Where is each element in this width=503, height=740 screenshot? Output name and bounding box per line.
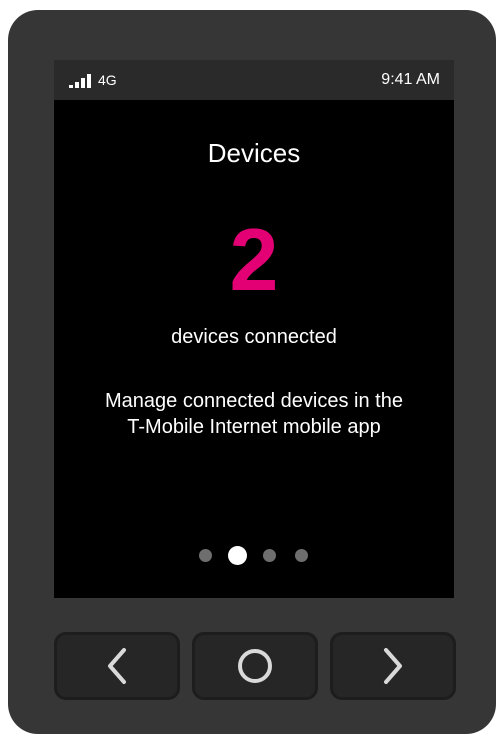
page-dot: [199, 549, 212, 562]
back-button[interactable]: [54, 632, 180, 700]
page-dot: [263, 549, 276, 562]
circle-home-icon: [238, 649, 272, 683]
chevron-right-icon: [384, 648, 402, 684]
page-indicator: [196, 544, 316, 565]
clock: 9:41 AM: [381, 71, 440, 88]
device-count: 2: [229, 210, 279, 309]
page-title: Devices: [207, 138, 301, 168]
chevron-left-icon: [108, 648, 126, 684]
home-button[interactable]: [192, 632, 318, 700]
signal-bars-icon: [69, 73, 95, 88]
page-dot-active: [228, 546, 247, 565]
description-text: Manage connected devices in the T-Mobile…: [105, 390, 403, 438]
device-count-label: devices connected: [171, 326, 337, 348]
network-type: 4G: [98, 72, 117, 88]
forward-button[interactable]: [330, 632, 456, 700]
device-screen: 4G 9:41 AM Devices 2 devices connected M…: [54, 60, 454, 598]
status-bar: 4G 9:41 AM: [54, 60, 454, 100]
page-dot: [295, 549, 308, 562]
